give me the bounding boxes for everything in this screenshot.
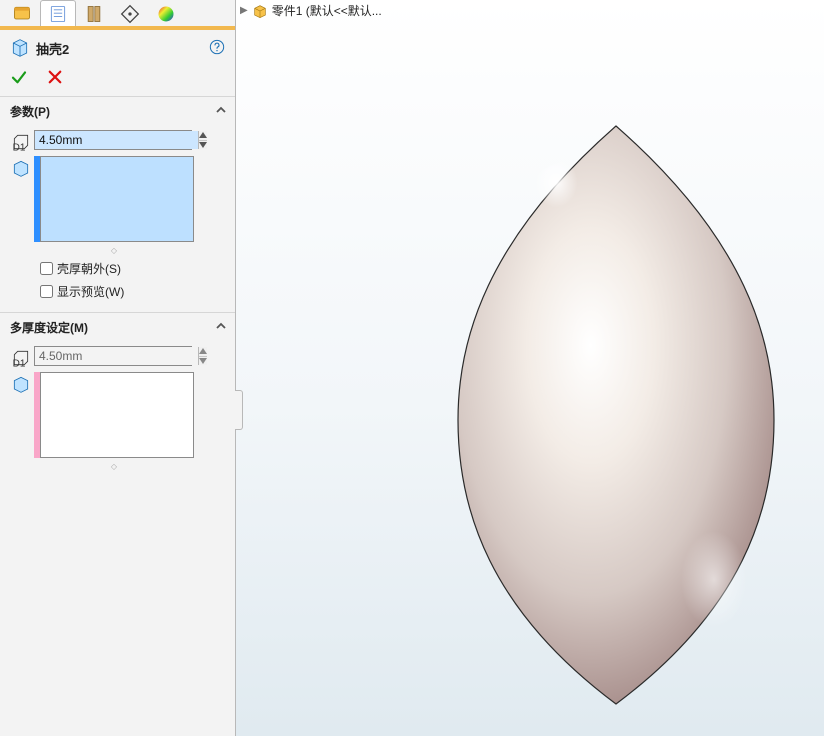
breadcrumb: ▶ 零件1 (默认<<默认...	[240, 2, 382, 19]
section-title-multi: 多厚度设定(M)	[10, 319, 88, 336]
thickness-field[interactable]	[35, 131, 198, 149]
multi-thickness-field[interactable]	[35, 347, 198, 365]
breadcrumb-part-name[interactable]: 零件1 (默认<<默认...	[272, 2, 382, 19]
tab-configuration-manager[interactable]	[76, 0, 112, 26]
chevron-up-icon	[215, 320, 227, 335]
properties-icon	[48, 4, 68, 24]
panel-resize-handle[interactable]	[235, 390, 243, 430]
chevron-up-icon	[215, 104, 227, 119]
spinner-down[interactable]	[199, 141, 207, 150]
section-header-params[interactable]: 参数(P)	[0, 96, 235, 126]
show-preview-checkbox[interactable]	[40, 285, 53, 298]
graphics-viewport[interactable]: ▶ 零件1 (默认<<默认...	[236, 0, 824, 736]
show-preview-label: 显示预览(W)	[57, 283, 124, 300]
ok-button[interactable]	[10, 68, 28, 86]
tab-feature-manager[interactable]	[4, 0, 40, 26]
svg-text:D1: D1	[13, 142, 26, 152]
breadcrumb-expand-icon[interactable]: ▶	[240, 5, 248, 16]
appearance-icon	[156, 4, 176, 24]
panel-tabstrip	[0, 0, 235, 30]
folder-tree-icon	[12, 4, 32, 24]
help-icon	[209, 39, 225, 55]
spinner-down[interactable]	[199, 357, 207, 366]
property-manager-panel: 抽壳2 参数(P)	[0, 0, 236, 736]
tab-property-manager[interactable]	[40, 0, 76, 26]
multi-thickness-input[interactable]	[34, 346, 192, 366]
feature-name: 抽壳2	[36, 39, 69, 58]
dimension-d1-icon: D1	[11, 348, 31, 368]
multi-thickness-faces-list[interactable]	[34, 372, 194, 458]
cancel-button[interactable]	[46, 68, 64, 86]
crosshair-icon	[120, 4, 140, 24]
faces-to-remove-list[interactable]	[34, 156, 194, 242]
part-cube-icon	[252, 3, 268, 19]
resize-grip[interactable]: ◇	[34, 246, 194, 254]
section-body-params: D1	[0, 126, 235, 312]
section-body-multi: D1	[0, 342, 235, 486]
tab-dim-xpert[interactable]	[112, 0, 148, 26]
resize-grip[interactable]: ◇	[34, 462, 194, 470]
shell-feature-icon	[10, 38, 30, 58]
svg-text:D1: D1	[13, 358, 26, 368]
face-select-icon	[11, 374, 31, 394]
section-title-params: 参数(P)	[10, 103, 50, 120]
feature-title-row: 抽壳2	[0, 30, 235, 64]
tab-display-manager[interactable]	[148, 0, 184, 26]
model-body[interactable]	[446, 120, 786, 710]
face-select-icon	[11, 158, 31, 178]
shell-outward-label: 壳厚朝外(S)	[57, 260, 121, 277]
spinner-up[interactable]	[199, 347, 207, 357]
thickness-input[interactable]	[34, 130, 192, 150]
help-button[interactable]	[209, 39, 225, 58]
section-header-multi[interactable]: 多厚度设定(M)	[0, 312, 235, 342]
spinner-up[interactable]	[199, 131, 207, 141]
shell-outward-checkbox[interactable]	[40, 262, 53, 275]
dimension-d1-icon: D1	[11, 132, 31, 152]
confirm-row	[0, 64, 235, 96]
config-icon	[84, 4, 104, 24]
